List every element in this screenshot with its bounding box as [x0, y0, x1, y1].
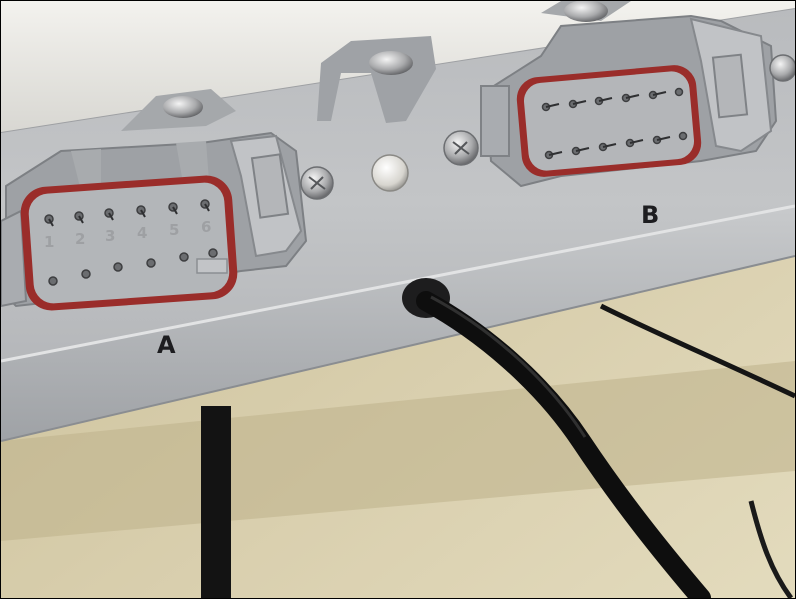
pin-number-6: 6	[201, 218, 211, 236]
label-a: A	[157, 331, 176, 359]
connector-a-face	[28, 182, 230, 304]
pin-number-2: 2	[75, 230, 85, 248]
device-photo: 1 2 3 4 5 6 A B	[1, 1, 795, 598]
device-leg	[201, 406, 231, 598]
screw-b-right	[769, 54, 795, 82]
pin-number-5: 5	[169, 221, 179, 239]
label-b: B	[641, 201, 659, 229]
panel-stud	[371, 154, 409, 192]
pin-number-1: 1	[44, 233, 54, 251]
pin-number-3: 3	[105, 227, 115, 245]
photo-frame: 1 2 3 4 5 6 A B	[0, 0, 796, 599]
pin-number-4: 4	[137, 224, 147, 242]
